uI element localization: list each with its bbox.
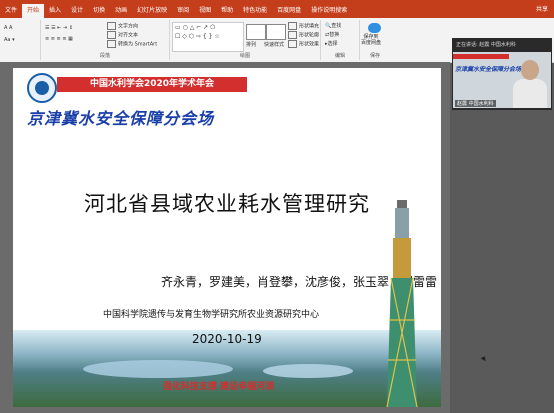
text-direction-button[interactable]: 文字方向 xyxy=(107,22,138,31)
select-button[interactable]: ▸选择 xyxy=(325,40,338,48)
tab-animations[interactable]: 动画 xyxy=(110,4,132,18)
quick-styles-button[interactable]: 快速样式 xyxy=(264,41,284,49)
tell-me-search[interactable]: 操作说明搜索 xyxy=(306,4,352,18)
shape-fill-button[interactable]: 形状填充 xyxy=(288,22,319,31)
group-label-drawing: 绘图 xyxy=(239,53,250,59)
group-label-save: 保存 xyxy=(369,53,380,59)
group-font-tail: A A Aa ▾ xyxy=(0,20,41,60)
conference-banner: 中国水利学会2020年学术年会 xyxy=(57,77,247,92)
speaker-header: 正在讲话: 赵震 中国水利科 xyxy=(456,42,516,48)
title-bar: 文件 开始 插入 设计 切换 动画 幻灯片放映 审阅 视图 帮助 特色功能 百度… xyxy=(0,0,554,18)
replace-button[interactable]: ⇄替换 xyxy=(325,31,339,39)
tower-image xyxy=(386,200,418,407)
tab-special[interactable]: 特色功能 xyxy=(238,4,272,18)
baidu-cloud-icon[interactable] xyxy=(368,23,381,33)
mouse-cursor-icon xyxy=(480,354,488,362)
lake-shape xyxy=(83,360,233,378)
ribbon-tabs: 文件 开始 插入 设计 切换 动画 幻灯片放映 审阅 视图 帮助 特色功能 百度… xyxy=(0,4,352,18)
participant-video[interactable]: 京津冀水安全保障分会场 赵震 中国水利科 xyxy=(453,52,551,108)
font-size-icon[interactable]: A A xyxy=(4,24,12,32)
participant-avatar xyxy=(521,60,539,80)
char-spacing-icon[interactable]: Aa ▾ xyxy=(4,36,15,44)
presentation-date: 2020-10-19 xyxy=(192,332,262,346)
thumb-venue-text: 京津冀水安全保障分会场 xyxy=(455,66,522,73)
venue-title: 京津冀水安全保障分会场 xyxy=(27,109,215,128)
group-editing: 🔍查找 ⇄替换 ▸选择 编辑 xyxy=(321,20,360,60)
smartart-button[interactable]: 转换为 SmartArt xyxy=(107,40,157,49)
group-save: 保存到 百度网盘 保存 xyxy=(360,20,390,60)
align-text-button[interactable]: 对齐文本 xyxy=(107,31,138,40)
shape-effects-button[interactable]: 形状效果 xyxy=(288,40,319,49)
slide-title: 河北省县域农业耗水管理研究 xyxy=(84,192,370,216)
tab-transitions[interactable]: 切换 xyxy=(88,4,110,18)
tab-slideshow[interactable]: 幻灯片放映 xyxy=(132,4,172,18)
shapes-gallery[interactable]: ▭ ○ △ ⌐ ↗ ⬠ ☐ ◇ ⬡ ⇨ { } ☆ xyxy=(172,22,244,52)
shape-icons-row2[interactable]: ☐ ◇ ⬡ ⇨ { } ☆ xyxy=(175,33,220,41)
participant-body xyxy=(513,79,547,108)
lake-shape xyxy=(263,364,353,378)
slogan: 强化科技支撑 建设幸福河湖 xyxy=(163,382,275,392)
quick-styles-icon[interactable] xyxy=(266,24,286,40)
society-logo-icon xyxy=(27,73,57,103)
tab-insert[interactable]: 插入 xyxy=(44,4,66,18)
thumb-banner xyxy=(453,54,509,59)
participant-name: 赵震 中国水利科 xyxy=(455,100,496,107)
arrange-button[interactable]: 排列 xyxy=(246,41,256,49)
list-icons[interactable]: ☰ ☰ ⇤ ⇥ ↕ xyxy=(45,24,73,32)
shape-icons[interactable]: ▭ ○ △ ⌐ ↗ ⬠ xyxy=(175,24,215,32)
group-paragraph: ☰ ☰ ⇤ ⇥ ↕ ≡ ≡ ≡ ≡ ▦ 文字方向 对齐文本 转换为 SmartA… xyxy=(41,20,170,60)
tab-file[interactable]: 文件 xyxy=(0,4,22,18)
shape-outline-button[interactable]: 形状轮廓 xyxy=(288,31,319,40)
group-drawing: ▭ ○ △ ⌐ ↗ ⬠ ☐ ◇ ⬡ ⇨ { } ☆ 排列 快速样式 形状填充 形… xyxy=(170,20,321,60)
align-icons[interactable]: ≡ ≡ ≡ ≡ ▦ xyxy=(45,35,73,43)
find-button[interactable]: 🔍查找 xyxy=(325,22,341,30)
tab-home[interactable]: 开始 xyxy=(22,4,45,18)
group-label-paragraph: 段落 xyxy=(99,53,110,59)
tab-baidu[interactable]: 百度网盘 xyxy=(272,4,306,18)
institution: 中国科学院遗传与发育生物学研究所农业资源研究中心 xyxy=(103,310,320,320)
tab-view[interactable]: 视图 xyxy=(194,4,216,18)
group-label-editing: 编辑 xyxy=(334,53,345,59)
tab-design[interactable]: 设计 xyxy=(66,4,88,18)
tab-review[interactable]: 审阅 xyxy=(172,4,194,18)
arrange-icon[interactable] xyxy=(246,24,266,40)
tab-help[interactable]: 帮助 xyxy=(216,4,238,18)
slide[interactable]: 中国水利学会2020年学术年会 京津冀水安全保障分会场 河北省县域农业耗水管理研… xyxy=(13,68,441,407)
share-button[interactable]: 共享 xyxy=(536,4,548,16)
save-baidu-button[interactable]: 保存到 百度网盘 xyxy=(361,34,381,46)
